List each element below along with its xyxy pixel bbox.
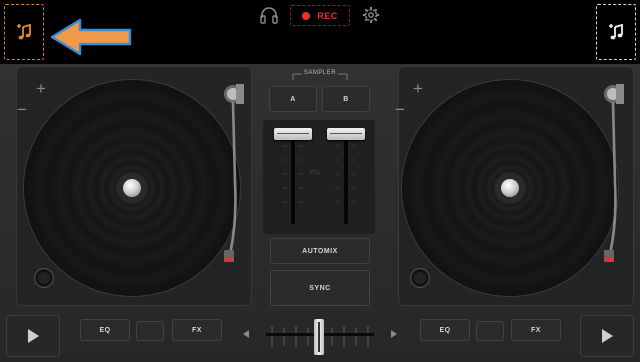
left-zoom-out-button[interactable]: −: [17, 101, 27, 118]
right-zoom-in-button[interactable]: +: [413, 80, 423, 97]
left-zoom-in-button[interactable]: +: [36, 80, 46, 97]
play-icon: [601, 329, 613, 343]
play-icon: [27, 329, 39, 343]
crossfader-handle[interactable]: [314, 319, 324, 355]
right-turntable[interactable]: [404, 82, 616, 294]
record-button[interactable]: REC: [290, 5, 350, 26]
headphones-icon[interactable]: [259, 6, 279, 24]
arrow-left-icon: [50, 18, 132, 56]
left-play-button[interactable]: [6, 315, 60, 357]
sync-button[interactable]: SYNC: [270, 270, 370, 306]
left-tonearm[interactable]: [210, 82, 258, 272]
fader-scale: [283, 145, 355, 203]
record-dot-icon: [302, 11, 311, 20]
left-turntable[interactable]: [26, 82, 238, 294]
sampler-label: SAMPLER: [303, 70, 337, 76]
gear-icon[interactable]: [361, 5, 381, 25]
right-fx-button[interactable]: FX: [511, 319, 561, 341]
left-spindle: [123, 179, 141, 197]
right-blank-button[interactable]: [476, 321, 504, 341]
left-volume-track: [291, 136, 295, 224]
right-music-library-button[interactable]: [596, 4, 636, 60]
left-fx-button[interactable]: FX: [172, 319, 222, 341]
left-eq-button[interactable]: EQ: [80, 319, 130, 341]
crossfader-right-arrow-icon[interactable]: [391, 330, 397, 338]
music-note-add-icon: [609, 23, 623, 40]
right-zoom-out-button[interactable]: −: [395, 101, 405, 118]
music-note-add-icon: [17, 23, 31, 40]
right-pitch-knob[interactable]: [410, 268, 430, 288]
sampler-pad-a[interactable]: A: [269, 86, 317, 112]
left-volume-fader[interactable]: [274, 128, 312, 140]
right-volume-track: [344, 136, 348, 224]
right-spindle: [501, 179, 519, 197]
left-music-library-button[interactable]: [4, 4, 44, 60]
left-blank-button[interactable]: [136, 321, 164, 341]
right-volume-fader[interactable]: [327, 128, 365, 140]
left-pitch-knob[interactable]: [34, 268, 54, 288]
record-label: REC: [317, 10, 338, 21]
crossfader-left-arrow-icon[interactable]: [243, 330, 249, 338]
right-tonearm[interactable]: [590, 82, 638, 272]
sampler-pad-b[interactable]: B: [322, 86, 370, 112]
volume-label: VOL: [309, 170, 322, 176]
top-bar: REC: [0, 0, 640, 64]
right-play-button[interactable]: [580, 315, 634, 357]
right-eq-button[interactable]: EQ: [420, 319, 470, 341]
automix-button[interactable]: AUTOMIX: [270, 238, 370, 264]
